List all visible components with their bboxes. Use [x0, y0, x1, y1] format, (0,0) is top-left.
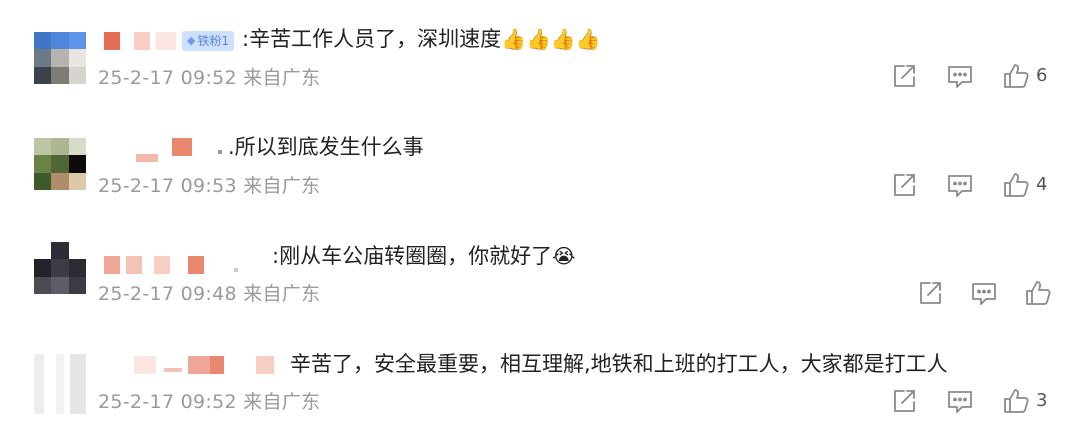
comment-text-content: :刚从车公庙转圈圈，你就好了	[272, 244, 553, 268]
share-button[interactable]	[916, 279, 944, 307]
fan-badge-label: 铁粉1	[197, 34, 230, 48]
thumbs-up-emoji: 👍	[525, 27, 551, 51]
username-masked[interactable]	[104, 356, 284, 376]
comment-text: :刚从车公庙转圈圈，你就好了😭	[272, 242, 575, 270]
comment-text: .所以到底发生什么事	[228, 133, 424, 161]
share-button[interactable]	[890, 171, 918, 199]
share-icon	[890, 171, 918, 199]
comment-text-content: .所以到底发生什么事	[228, 135, 424, 159]
fan-badge: ◆ 铁粉1	[182, 31, 235, 51]
like-button[interactable]: 6	[1002, 62, 1047, 90]
avatar[interactable]	[34, 138, 86, 190]
avatar[interactable]	[34, 242, 86, 294]
comment-text: :辛苦工作人员了，深圳速度👍👍👍👍	[242, 25, 601, 53]
comment-button[interactable]	[946, 62, 974, 90]
avatar[interactable]	[34, 32, 86, 84]
share-button[interactable]	[890, 62, 918, 90]
share-icon	[916, 279, 944, 307]
comment-meta: 25-2-17 09:52 来自广东	[98, 391, 321, 413]
comment-icon	[946, 62, 974, 90]
like-count: 4	[1036, 174, 1048, 195]
comment-text: 辛苦了，安全最重要，相互理解,地铁和上班的打工人，大家都是打工人	[290, 350, 948, 378]
thumbs-up-icon	[1002, 387, 1030, 415]
crying-emoji: 😭	[552, 244, 576, 268]
avatar[interactable]	[34, 354, 86, 414]
comment-actions: 4	[890, 171, 1060, 199]
comment-actions	[916, 279, 1056, 307]
like-button[interactable]: 4	[1002, 171, 1047, 199]
thumbs-up-icon	[1002, 171, 1030, 199]
thumbs-up-icon	[1024, 279, 1052, 307]
like-count: 6	[1036, 65, 1048, 86]
comment-button[interactable]	[946, 387, 974, 415]
thumbs-up-emoji: 👍	[575, 27, 601, 51]
comment-meta: 25-2-17 09:52 来自广东	[98, 67, 321, 89]
comment-text-content: :辛苦工作人员了，深圳速度	[242, 27, 502, 51]
comment-meta: 25-2-17 09:48 来自广东	[98, 283, 321, 305]
diamond-icon: ◆	[187, 34, 196, 47]
like-button[interactable]: 3	[1002, 387, 1047, 415]
share-icon	[890, 387, 918, 415]
comment-actions: 6	[890, 62, 1060, 90]
like-button[interactable]	[1024, 279, 1058, 307]
comment-meta: 25-2-17 09:53 来自广东	[98, 175, 321, 197]
share-button[interactable]	[890, 387, 918, 415]
thumbs-up-emoji: 👍	[550, 27, 576, 51]
thumbs-up-icon	[1002, 62, 1030, 90]
comment-button[interactable]	[946, 171, 974, 199]
comment-icon	[970, 279, 998, 307]
comment-icon	[946, 171, 974, 199]
comment-text-content: 辛苦了，安全最重要，相互理解,地铁和上班的打工人，大家都是打工人	[290, 352, 948, 376]
share-icon	[890, 62, 918, 90]
thumbs-up-emoji: 👍	[501, 27, 526, 51]
username-masked[interactable]	[104, 32, 182, 52]
comment-button[interactable]	[970, 279, 998, 307]
comment-actions: 3	[890, 387, 1060, 415]
comment-icon	[946, 387, 974, 415]
like-count: 3	[1036, 390, 1048, 411]
username-masked[interactable]	[104, 256, 274, 276]
username-masked[interactable]	[104, 138, 226, 162]
